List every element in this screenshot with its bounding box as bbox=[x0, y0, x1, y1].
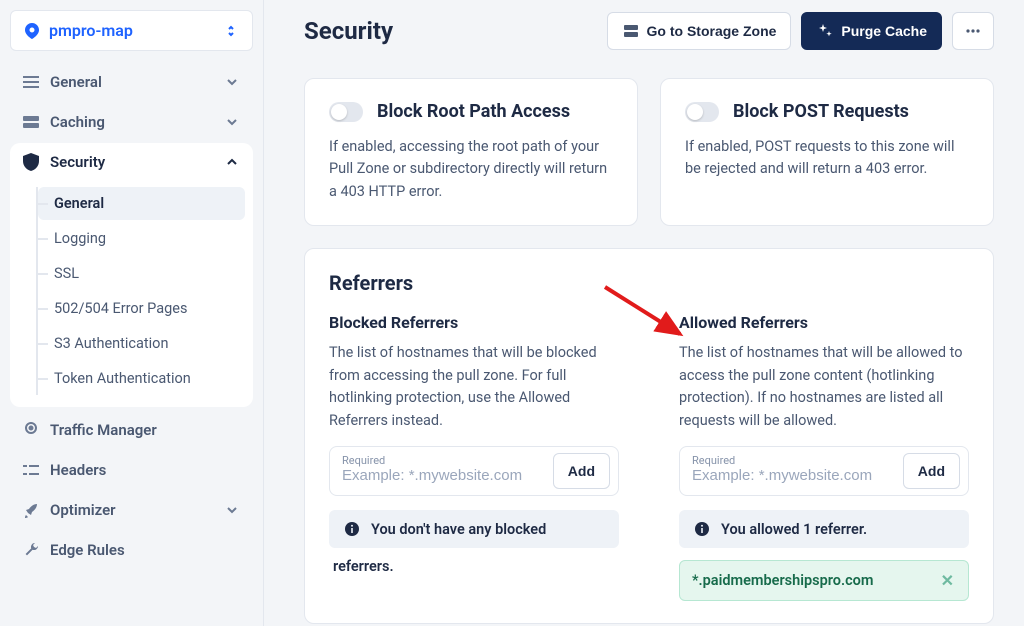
location-icon bbox=[22, 421, 40, 439]
remove-referrer-button[interactable]: ✕ bbox=[939, 571, 956, 590]
blocked-desc: The list of hostnames that will be block… bbox=[329, 342, 619, 432]
block-post-toggle[interactable] bbox=[685, 102, 719, 122]
block-root-desc: If enabled, accessing the root path of y… bbox=[329, 136, 613, 203]
sidebar-item-optimizer[interactable]: Optimizer bbox=[10, 491, 253, 529]
purge-cache-button[interactable]: Purge Cache bbox=[801, 12, 942, 50]
shield-icon bbox=[22, 153, 40, 171]
block-post-desc: If enabled, POST requests to this zone w… bbox=[685, 136, 969, 181]
storage-zone-button[interactable]: Go to Storage Zone bbox=[607, 12, 792, 50]
more-menu-button[interactable] bbox=[952, 12, 994, 50]
zone-name: pmpro-map bbox=[49, 21, 133, 40]
chevron-down-icon bbox=[223, 501, 241, 519]
blocked-input-row: Required Add bbox=[329, 446, 619, 496]
subnav-ssl[interactable]: SSL bbox=[38, 257, 245, 290]
info-icon bbox=[693, 520, 711, 538]
sidebar-item-general[interactable]: General bbox=[10, 63, 253, 101]
block-root-toggle[interactable] bbox=[329, 102, 363, 122]
subnav-error-pages[interactable]: 502/504 Error Pages bbox=[38, 292, 245, 325]
allowed-referrer-value: *.paidmembershipspro.com bbox=[692, 572, 873, 589]
magic-icon bbox=[816, 22, 834, 40]
block-post-title: Block POST Requests bbox=[733, 101, 909, 122]
referrers-card: Referrers Blocked Referrers The list of … bbox=[304, 248, 994, 624]
referrers-title: Referrers bbox=[329, 271, 969, 295]
storage-icon bbox=[622, 22, 640, 40]
blocked-status-b: referrers. bbox=[329, 548, 619, 575]
allowed-title: Allowed Referrers bbox=[679, 313, 969, 332]
allowed-input-label: Required bbox=[692, 454, 735, 467]
chevron-up-icon bbox=[223, 153, 241, 171]
block-root-title: Block Root Path Access bbox=[377, 101, 570, 122]
sidebar-item-headers[interactable]: Headers bbox=[10, 451, 253, 489]
database-icon bbox=[22, 113, 40, 131]
allowed-referrer-chip: *.paidmembershipspro.com ✕ bbox=[679, 560, 969, 601]
chevron-down-icon bbox=[223, 73, 241, 91]
subnav-s3-auth[interactable]: S3 Authentication bbox=[38, 327, 245, 360]
sidebar-item-edge-rules[interactable]: Edge Rules bbox=[10, 531, 253, 569]
list-icon bbox=[22, 73, 40, 91]
select-chevrons-icon bbox=[222, 22, 240, 40]
blocked-add-button[interactable]: Add bbox=[553, 453, 610, 489]
block-post-card: Block POST Requests If enabled, POST req… bbox=[660, 78, 994, 226]
allowed-add-button[interactable]: Add bbox=[903, 453, 960, 489]
blocked-status: You don't have any blocked bbox=[329, 510, 619, 548]
chevron-down-icon bbox=[223, 113, 241, 131]
sidebar-item-traffic[interactable]: Traffic Manager bbox=[10, 411, 253, 449]
block-root-card: Block Root Path Access If enabled, acces… bbox=[304, 78, 638, 226]
sidebar-item-caching[interactable]: Caching bbox=[10, 103, 253, 141]
rocket-icon bbox=[22, 501, 40, 519]
wrench-icon bbox=[22, 541, 40, 559]
page-title: Security bbox=[304, 17, 393, 45]
subnav-logging[interactable]: Logging bbox=[38, 222, 245, 255]
allowed-input-row: Required Add bbox=[679, 446, 969, 496]
zone-picker[interactable]: pmpro-map bbox=[10, 10, 253, 51]
dots-icon bbox=[964, 22, 982, 40]
info-icon bbox=[343, 520, 361, 538]
blocked-input-label: Required bbox=[342, 454, 385, 467]
allowed-status: You allowed 1 referrer. bbox=[679, 510, 969, 548]
location-pin-icon bbox=[23, 22, 41, 40]
subnav-general[interactable]: General bbox=[38, 187, 245, 220]
blocked-title: Blocked Referrers bbox=[329, 313, 619, 332]
headers-icon bbox=[22, 461, 40, 479]
subnav-token-auth[interactable]: Token Authentication bbox=[38, 362, 245, 395]
sidebar-item-security[interactable]: Security bbox=[10, 143, 253, 181]
allowed-desc: The list of hostnames that will be allow… bbox=[679, 342, 969, 432]
